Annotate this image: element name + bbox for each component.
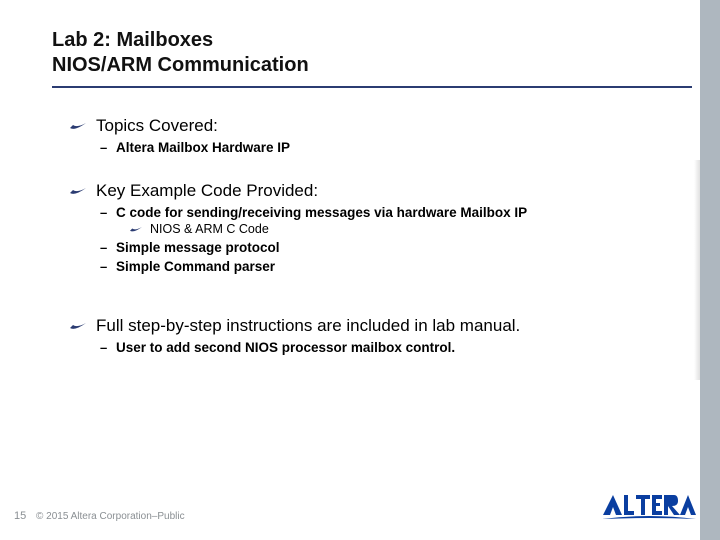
subsubbullet-nios-arm: NIOS & ARM C Code — [130, 222, 670, 236]
swoosh-icon — [70, 187, 86, 197]
bullet-lab-manual: Full step-by-step instructions are inclu… — [70, 316, 670, 336]
subbullet-user-add-nios: – User to add second NIOS processor mail… — [100, 340, 670, 355]
dash-icon: – — [100, 140, 110, 155]
subsubbullet-text: NIOS & ARM C Code — [150, 222, 269, 236]
page-number: 15 — [14, 510, 26, 522]
side-rail — [700, 0, 720, 540]
bullet-key-example-code: Key Example Code Provided: — [70, 181, 670, 201]
dash-icon: – — [100, 205, 110, 220]
content-body: Topics Covered: – Altera Mailbox Hardwar… — [70, 110, 670, 357]
swoosh-icon — [70, 322, 86, 332]
title-line-1: Lab 2: Mailboxes — [52, 28, 680, 53]
subbullet-c-code: – C code for sending/receiving messages … — [100, 205, 670, 220]
title-underline — [52, 86, 692, 88]
subbullet-text: User to add second NIOS processor mailbo… — [116, 340, 455, 355]
subbullet-message-protocol: – Simple message protocol — [100, 240, 670, 255]
slide: Lab 2: Mailboxes NIOS/ARM Communication … — [0, 0, 720, 540]
dash-icon: – — [100, 240, 110, 255]
heading-text: Key Example Code Provided: — [96, 181, 318, 201]
altera-logo — [602, 493, 696, 526]
subbullet-text: C code for sending/receiving messages vi… — [116, 205, 527, 220]
dash-icon: – — [100, 259, 110, 274]
swoosh-icon — [130, 226, 142, 234]
footer: 15 © 2015 Altera Corporation–Public — [0, 496, 700, 526]
title-line-2: NIOS/ARM Communication — [52, 53, 680, 78]
spacer — [70, 157, 670, 175]
subbullet-text: Simple message protocol — [116, 240, 280, 255]
subbullet-text: Altera Mailbox Hardware IP — [116, 140, 290, 155]
subbullet-command-parser: – Simple Command parser — [100, 259, 670, 274]
subbullet-text: Simple Command parser — [116, 259, 275, 274]
heading-text: Full step-by-step instructions are inclu… — [96, 316, 520, 336]
spacer — [70, 276, 670, 310]
title-block: Lab 2: Mailboxes NIOS/ARM Communication — [52, 28, 680, 88]
subbullet-altera-mailbox: – Altera Mailbox Hardware IP — [100, 140, 670, 155]
bullet-topics-covered: Topics Covered: — [70, 116, 670, 136]
copyright-text: © 2015 Altera Corporation–Public — [36, 511, 185, 522]
heading-text: Topics Covered: — [96, 116, 218, 136]
dash-icon: – — [100, 340, 110, 355]
swoosh-icon — [70, 122, 86, 132]
